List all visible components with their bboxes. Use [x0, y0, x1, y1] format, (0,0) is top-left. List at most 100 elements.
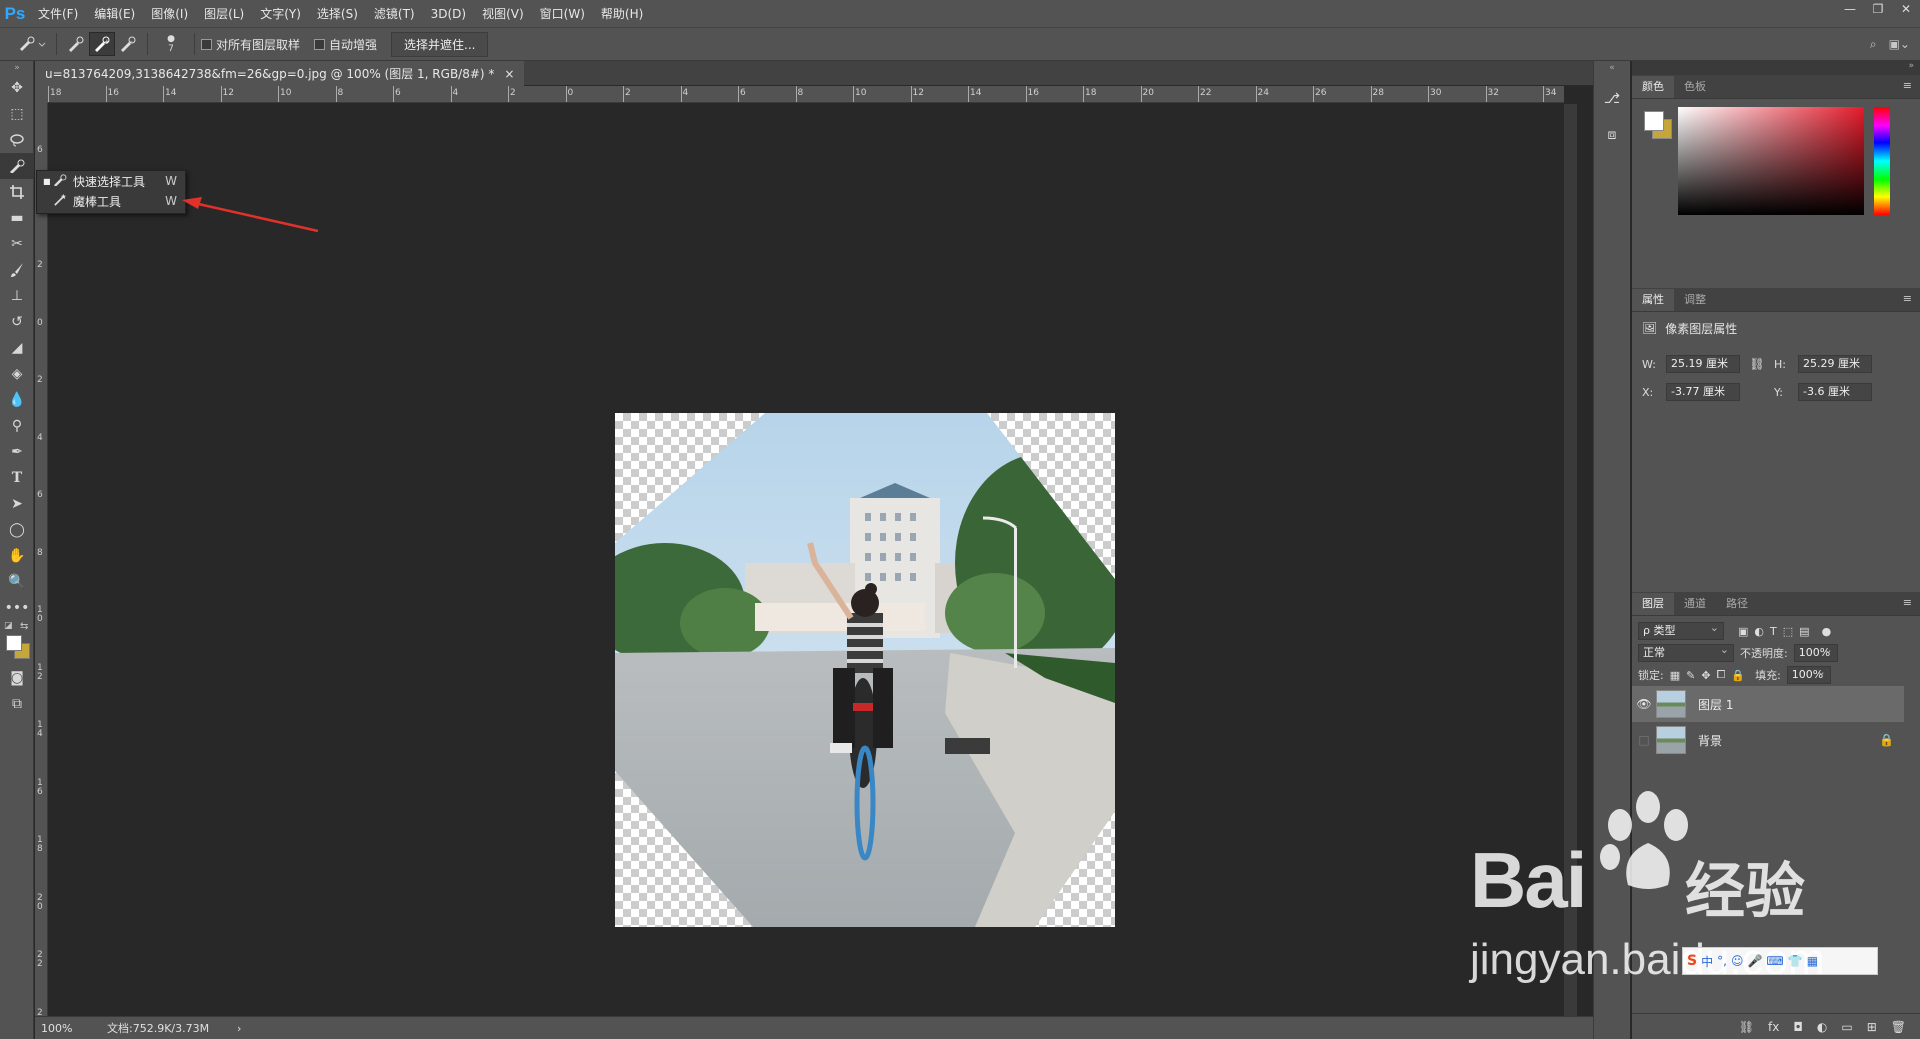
marquee-tool-icon[interactable]: ⬚ — [0, 101, 34, 127]
eraser-tool-icon[interactable]: ◢ — [0, 335, 34, 361]
more-tools-icon[interactable]: ••• — [0, 595, 34, 621]
add-to-selection-brush-icon[interactable]: + — [89, 32, 115, 56]
checkbox-box[interactable] — [314, 38, 326, 50]
layer-name[interactable]: 图层 1 — [1698, 696, 1733, 713]
ime-voice-icon[interactable]: 🎤 — [1747, 954, 1762, 968]
default-colors-icon[interactable]: ◪ — [4, 621, 13, 631]
crop-tool-icon[interactable] — [0, 179, 34, 205]
menu-file[interactable]: 文件(F) — [30, 5, 86, 22]
select-and-mask-button[interactable]: 选择并遮住... — [391, 31, 489, 57]
menu-window[interactable]: 窗口(W) — [532, 5, 593, 22]
menu-image[interactable]: 图像(I) — [143, 5, 196, 22]
filter-toggle-icon[interactable]: ● — [1822, 625, 1832, 638]
lock-image-icon[interactable]: ✎ — [1686, 669, 1695, 682]
ime-toolbox-icon[interactable]: ▦ — [1807, 954, 1818, 968]
tab-properties[interactable]: 属性 — [1632, 289, 1674, 311]
brush-size-picker[interactable]: ● 7 — [154, 32, 188, 56]
fill-field[interactable]: 100% — [1786, 664, 1831, 684]
visibility-off-icon[interactable]: □ — [1632, 733, 1656, 747]
subtract-from-selection-brush-icon[interactable]: - — [115, 32, 141, 56]
ellipse-tool-icon[interactable]: ◯ — [0, 517, 34, 543]
document-tab[interactable]: u=813764209,3138642738&fm=26&gp=0.jpg @ … — [35, 61, 525, 86]
opacity-field[interactable]: 100% — [1793, 642, 1838, 662]
history-brush-tool-icon[interactable]: ↺ — [0, 309, 34, 335]
y-field[interactable]: -3.6 厘米 — [1798, 383, 1872, 401]
type-tool-icon[interactable]: T — [0, 465, 34, 491]
flyout-item-magic-wand[interactable]: 魔棒工具 W — [37, 191, 185, 211]
canvas-area[interactable] — [48, 104, 1564, 1016]
menu-help[interactable]: 帮助(H) — [593, 5, 651, 22]
lasso-tool-icon[interactable] — [0, 127, 34, 153]
new-layer-icon[interactable]: ⊞ — [1867, 1020, 1877, 1034]
collapse-panels-icon[interactable]: » — [1632, 61, 1920, 75]
menu-3d[interactable]: 3D(D) — [423, 7, 474, 21]
layer-row[interactable]: 👁 图层 1 — [1632, 686, 1904, 722]
menu-select[interactable]: 选择(S) — [309, 5, 366, 22]
lock-all-icon[interactable]: 🔒 — [1731, 669, 1745, 682]
tab-channels[interactable]: 通道 — [1674, 593, 1716, 615]
zoom-level[interactable]: 100% — [41, 1022, 101, 1035]
panel-menu-icon[interactable]: ≡ — [1903, 292, 1912, 305]
panel-menu-icon[interactable]: ≡ — [1903, 79, 1912, 92]
tab-adjustments[interactable]: 调整 — [1674, 289, 1716, 311]
move-tool-icon[interactable]: ✥ — [0, 75, 34, 101]
saturation-brightness-field[interactable] — [1678, 107, 1864, 215]
link-dimensions-icon[interactable]: ⛓ — [1746, 357, 1768, 371]
foreground-color-swatch[interactable] — [6, 635, 22, 651]
type-filter-icon[interactable]: T — [1770, 625, 1777, 638]
quick-mask-icon[interactable]: ◙ — [0, 665, 34, 691]
tool-preset-picker-icon[interactable] — [14, 32, 50, 56]
ime-emoji-icon[interactable]: ☺ — [1731, 954, 1744, 968]
adjustment-layer-icon[interactable]: ◐ — [1817, 1020, 1827, 1034]
width-field[interactable]: 25.19 厘米 — [1666, 355, 1740, 373]
hue-slider[interactable] — [1874, 107, 1890, 215]
swap-colors-icon[interactable]: ⇆ — [20, 621, 28, 632]
sample-all-layers-checkbox[interactable]: 对所有图层取样 — [201, 36, 300, 53]
layer-filter-dropdown[interactable]: ρ 类型 — [1638, 620, 1724, 640]
close-tab-icon[interactable]: × — [504, 67, 514, 81]
new-group-icon[interactable]: ▭ — [1841, 1020, 1852, 1034]
blend-mode-dropdown[interactable]: 正常 — [1638, 642, 1734, 662]
tab-color[interactable]: 颜色 — [1632, 76, 1674, 98]
new-selection-brush-icon[interactable] — [63, 32, 89, 56]
brush-settings-panel-icon[interactable]: ⧈ — [1594, 117, 1630, 153]
restore-button[interactable]: ❐ — [1864, 0, 1892, 20]
search-icon[interactable]: ⌕ — [1870, 37, 1877, 52]
panel-menu-icon[interactable]: ≡ — [1903, 596, 1912, 609]
pen-tool-icon[interactable]: ✒ — [0, 439, 34, 465]
menu-type[interactable]: 文字(Y) — [252, 5, 309, 22]
path-selection-tool-icon[interactable]: ➤ — [0, 491, 34, 517]
hand-tool-icon[interactable]: ✋ — [0, 543, 34, 569]
foreground-color-swatch[interactable] — [1644, 111, 1664, 131]
lock-transparent-icon[interactable]: ▦ — [1670, 669, 1680, 682]
tab-swatches[interactable]: 色板 — [1674, 76, 1716, 98]
menu-edit[interactable]: 编辑(E) — [86, 5, 143, 22]
lock-position-icon[interactable]: ✥ — [1701, 669, 1710, 682]
collapse-icon[interactable]: » — [0, 61, 34, 75]
tab-layers[interactable]: 图层 — [1632, 593, 1674, 615]
ime-skin-icon[interactable]: 👕 — [1788, 954, 1803, 968]
x-field[interactable]: -3.77 厘米 — [1666, 383, 1740, 401]
checkbox-box[interactable] — [201, 38, 212, 50]
paint-bucket-tool-icon[interactable]: ◈ — [0, 361, 34, 387]
layer-name[interactable]: 背景 — [1698, 732, 1722, 749]
ime-chinese-mode[interactable]: 中 — [1701, 953, 1713, 970]
ime-punctuation-icon[interactable]: °, — [1717, 954, 1727, 968]
flyout-item-quick-selection[interactable]: ■ 快速选择工具 W — [37, 171, 185, 191]
stamp-tool-icon[interactable]: ⊥ — [0, 283, 34, 309]
close-window-button[interactable]: ✕ — [1892, 0, 1920, 20]
quick-selection-tool-icon[interactable] — [0, 153, 34, 179]
visibility-eye-icon[interactable]: 👁 — [1632, 697, 1656, 711]
pixel-filter-icon[interactable]: ▣ — [1738, 625, 1748, 638]
dodge-tool-icon[interactable]: ⚲ — [0, 413, 34, 439]
brush-tool-icon[interactable] — [0, 257, 34, 283]
menu-view[interactable]: 视图(V) — [474, 5, 532, 22]
workspace-icon[interactable]: ▣⌄ — [1889, 37, 1910, 52]
adjustment-filter-icon[interactable]: ◐ — [1754, 625, 1764, 638]
menu-filter[interactable]: 滤镜(T) — [366, 5, 423, 22]
image-canvas[interactable] — [615, 413, 1115, 927]
smart-object-filter-icon[interactable]: ▤ — [1799, 625, 1809, 638]
vertical-scrollbar[interactable] — [1564, 104, 1577, 1016]
healing-brush-tool-icon[interactable]: ✂ — [0, 231, 34, 257]
blur-tool-icon[interactable]: 💧 — [0, 387, 34, 413]
